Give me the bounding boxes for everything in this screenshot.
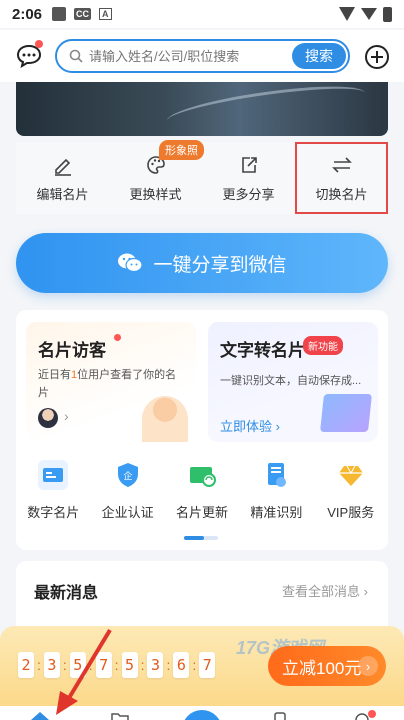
chevron-right-icon: › <box>64 408 69 424</box>
message-unread-dot <box>35 40 43 48</box>
edit-card-button[interactable]: 编辑名片 <box>16 142 109 214</box>
status-bar: 2:06 CC A <box>0 0 404 28</box>
countdown-separator: : <box>140 657 145 673</box>
banner-decoration <box>164 82 368 136</box>
enterprise-shield-icon: 企 <box>113 460 143 490</box>
feature-digital-card[interactable]: 数字名片 <box>16 460 90 530</box>
text-to-card-title: 文字转名片 <box>220 341 305 360</box>
home-tab-icon[interactable] <box>30 710 50 720</box>
a-icon: A <box>99 8 112 20</box>
discount-label: 立减100元 <box>282 658 362 678</box>
svg-text:企: 企 <box>123 470 132 482</box>
try-now-link[interactable]: 立即体验 › <box>220 416 280 435</box>
edit-icon <box>54 158 71 176</box>
feature-vip-service-label: VIP服务 <box>327 505 375 520</box>
countdown-separator: : <box>166 657 171 673</box>
scan-icon <box>261 460 291 490</box>
feature-panel: 名片访客 近日有1位用户查看了你的名片 › 文字转名片 新功能 一键识别文本，自… <box>16 310 388 550</box>
digital-card-icon <box>38 460 69 490</box>
feature-card-update-label: 名片更新 <box>175 505 228 520</box>
chevron-right-icon: › <box>358 656 378 676</box>
more-share-button[interactable]: 更多分享 <box>202 142 295 214</box>
new-feature-badge: 新功能 <box>303 336 343 355</box>
visitors-card[interactable]: 名片访客 近日有1位用户查看了你的名片 › <box>26 322 196 442</box>
profile-unread-dot <box>368 710 376 718</box>
news-section: 最新消息 查看全部消息 › <box>16 561 388 631</box>
search-box[interactable]: 搜索 <box>55 39 350 73</box>
switch-card-label: 切换名片 <box>315 186 368 202</box>
view-all-news-link[interactable]: 查看全部消息 › <box>282 581 368 600</box>
countdown-digit: 5 <box>121 652 138 678</box>
countdown-digit: 2 <box>18 652 34 678</box>
edit-card-label: 编辑名片 <box>36 186 89 202</box>
news-title: 最新消息 <box>34 585 99 602</box>
top-bar: 搜索 <box>0 30 404 82</box>
phone-tab-icon[interactable] <box>270 710 290 720</box>
annotation-arrow-icon <box>56 628 112 715</box>
search-button[interactable]: 搜索 <box>292 43 346 69</box>
feature-digital-card-label: 数字名片 <box>27 505 80 520</box>
visitors-unread-dot <box>114 334 121 341</box>
share-icon <box>241 156 257 173</box>
share-wechat-button[interactable]: 一键分享到微信 <box>16 233 388 293</box>
notification-square-icon <box>52 7 67 21</box>
feature-precise-scan-label: 精准识别 <box>250 505 303 520</box>
feature-grid: 数字名片 企 企业认证 名片更新 精准识别 VIP服务 <box>16 460 388 530</box>
feature-vip-service[interactable]: VIP服务 <box>314 460 388 530</box>
search-icon <box>69 49 83 63</box>
more-share-label: 更多分享 <box>222 186 275 202</box>
text-to-card-description: 一键识别文本，自动保存成... <box>220 375 362 387</box>
share-wechat-label: 一键分享到微信 <box>153 254 287 276</box>
countdown-digit: 3 <box>147 652 164 678</box>
cc-icon: CC <box>74 8 92 20</box>
signal-icon <box>361 8 377 20</box>
card-update-icon <box>187 460 217 490</box>
feature-enterprise-cert-label: 企业认证 <box>101 505 154 520</box>
wechat-icon <box>118 253 144 273</box>
style-photo-badge: 形象照 <box>159 140 204 160</box>
search-input[interactable] <box>89 48 289 64</box>
text-to-card-card[interactable]: 文字转名片 新功能 一键识别文本，自动保存成... 立即体验 › <box>208 322 378 442</box>
visitor-illustration <box>142 396 188 442</box>
discount-button[interactable]: 立减100元 › <box>268 646 386 686</box>
page-indicator <box>184 536 218 540</box>
feature-card-update[interactable]: 名片更新 <box>165 460 239 530</box>
countdown-digit: 6 <box>173 652 190 678</box>
document-illustration <box>320 394 372 432</box>
wifi-icon <box>339 7 355 21</box>
switch-card-button[interactable]: 切换名片 <box>295 142 388 214</box>
change-style-label: 更换样式 <box>129 186 182 202</box>
countdown-separator: : <box>192 657 197 673</box>
add-icon[interactable] <box>364 44 390 70</box>
switch-icon <box>331 156 352 173</box>
vip-diamond-icon <box>336 460 366 490</box>
countdown-separator: : <box>37 657 41 673</box>
visitors-title: 名片访客 <box>38 341 106 360</box>
center-tab-button[interactable] <box>182 710 222 720</box>
feature-precise-scan[interactable]: 精准识别 <box>239 460 313 530</box>
card-banner-image[interactable] <box>16 82 388 136</box>
feature-enterprise-cert[interactable]: 企 企业认证 <box>90 460 164 530</box>
battery-icon <box>383 6 392 22</box>
visitor-avatar <box>38 408 58 428</box>
status-time: 2:06 <box>12 5 43 23</box>
countdown-digit: 7 <box>199 652 216 678</box>
